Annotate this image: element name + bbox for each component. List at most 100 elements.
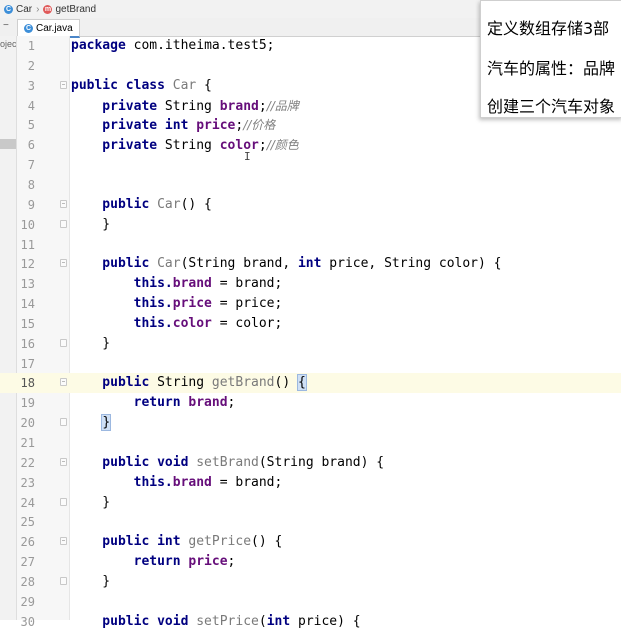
code-text: } — [71, 572, 110, 592]
code-token: package — [71, 38, 134, 53]
code-token: } — [71, 216, 111, 232]
fold-marker-icon[interactable] — [60, 80, 67, 89]
code-token: = brand; — [211, 474, 283, 490]
code-text: return brand; — [71, 393, 236, 413]
code-line[interactable]: 13 this.brand = brand; — [0, 274, 621, 294]
code-token: return — [71, 395, 189, 411]
code-token: setBrand — [196, 454, 259, 470]
code-text: public String getBrand() { — [71, 373, 307, 393]
code-line[interactable]: 7 — [0, 155, 621, 175]
code-token: brand — [172, 474, 212, 490]
line-number: 2 — [27, 58, 35, 73]
line-number: 30 — [20, 614, 35, 629]
breadcrumb-item-getbrand[interactable]: m getBrand — [43, 4, 96, 15]
code-token: public — [71, 196, 158, 212]
code-line[interactable]: 11 — [0, 235, 621, 255]
code-token: ; — [227, 554, 236, 570]
line-number: 25 — [20, 515, 35, 530]
code-text: public Car(String brand, int price, Stri… — [71, 254, 501, 274]
code-line[interactable]: 10 } — [0, 215, 621, 235]
code-text: this.brand = brand; — [71, 274, 283, 294]
code-token: } — [101, 414, 112, 432]
line-number: 19 — [20, 396, 35, 411]
code-token: { — [196, 77, 212, 93]
code-text: public void setBrand(String brand) { — [71, 453, 384, 473]
code-line[interactable]: 21 — [0, 433, 621, 453]
line-number: 7 — [27, 158, 35, 173]
code-line[interactable]: 15 this.color = color; — [0, 314, 621, 334]
code-line[interactable]: 29 — [0, 592, 621, 612]
code-token: this. — [71, 276, 173, 292]
code-line[interactable]: 19 return brand; — [0, 393, 621, 413]
line-number: 14 — [20, 297, 35, 312]
breadcrumb-label: getBrand — [55, 3, 97, 15]
line-number: 11 — [20, 237, 35, 252]
code-line[interactable]: 17 — [0, 354, 621, 374]
line-number: 21 — [20, 436, 35, 450]
fold-marker-icon[interactable] — [60, 219, 67, 228]
code-line[interactable]: 16 } — [0, 334, 621, 354]
code-token: ; — [258, 98, 267, 114]
code-token: (String brand, — [180, 256, 298, 272]
code-line[interactable]: 26 public int getPrice() { — [0, 532, 621, 552]
fold-marker-icon[interactable] — [60, 378, 67, 387]
code-token: Car — [172, 77, 197, 93]
line-number: 18 — [20, 376, 35, 391]
code-token: Car — [157, 196, 181, 212]
code-line[interactable]: 6 private String color;//颜色 — [0, 135, 621, 155]
code-token: //品牌 — [266, 98, 299, 113]
fold-marker-icon[interactable] — [60, 259, 67, 268]
code-token: brand — [172, 276, 212, 292]
code-line[interactable]: 12 public Car(String brand, int price, S… — [0, 254, 621, 274]
code-line[interactable]: 8 — [0, 175, 621, 195]
code-token: public class — [71, 77, 173, 93]
line-number: 1 — [27, 39, 35, 53]
code-line[interactable]: 25 — [0, 512, 621, 532]
code-line[interactable]: 5 private int price;//价格 — [0, 115, 621, 135]
line-number: 16 — [20, 336, 35, 351]
code-line[interactable]: 20 } — [0, 413, 621, 433]
fold-marker-icon[interactable] — [60, 418, 67, 427]
code-token: public void — [71, 613, 197, 629]
collapse-icon[interactable]: − — [3, 20, 9, 31]
code-text: } — [71, 215, 110, 235]
code-text: } — [71, 334, 110, 354]
line-number: 29 — [20, 594, 35, 609]
code-token: int — [266, 613, 298, 629]
fold-marker-icon[interactable] — [60, 576, 67, 585]
code-line[interactable]: 18 public String getBrand() { — [0, 373, 621, 394]
breadcrumb-item-car[interactable]: C Car — [4, 4, 32, 15]
code-line[interactable]: 22 public void setBrand(String brand) { — [0, 453, 621, 473]
line-number: 4 — [27, 98, 35, 113]
code-token: price — [188, 554, 228, 570]
fold-marker-icon[interactable] — [60, 537, 67, 546]
fold-marker-icon[interactable] — [60, 338, 67, 347]
code-token: price, String color) { — [329, 256, 502, 272]
code-token: ( — [258, 613, 267, 629]
code-token: brand — [219, 98, 259, 114]
code-line[interactable]: 14 this.price = price; — [0, 294, 621, 314]
code-token: color — [219, 138, 259, 154]
code-token: () { — [180, 196, 212, 212]
code-text: } — [71, 493, 110, 513]
code-token: String — [157, 375, 212, 391]
task-overlay-panel: 定义数组存储3部 汽车的属性：品牌 创建三个汽车对象 — [480, 0, 621, 118]
code-token: = brand; — [211, 276, 283, 292]
fold-marker-icon[interactable] — [60, 199, 67, 208]
code-token: int — [297, 256, 330, 272]
fold-marker-icon[interactable] — [60, 497, 67, 506]
code-token: //价格 — [243, 118, 276, 133]
code-line[interactable]: 9 public Car() { — [0, 195, 621, 215]
code-token: ; — [258, 138, 267, 154]
code-line[interactable]: 27 return price; — [0, 552, 621, 572]
code-line[interactable]: 23 this.brand = brand; — [0, 473, 621, 493]
code-token: { — [297, 374, 307, 392]
fold-marker-icon[interactable] — [60, 457, 67, 466]
code-token: String — [164, 138, 220, 154]
code-line[interactable]: 30 public void setPrice(int price) { — [0, 612, 621, 632]
code-line[interactable]: 24 } — [0, 493, 621, 513]
code-token: () — [274, 375, 298, 391]
code-token: private — [71, 98, 165, 114]
code-line[interactable]: 28 } — [0, 572, 621, 592]
